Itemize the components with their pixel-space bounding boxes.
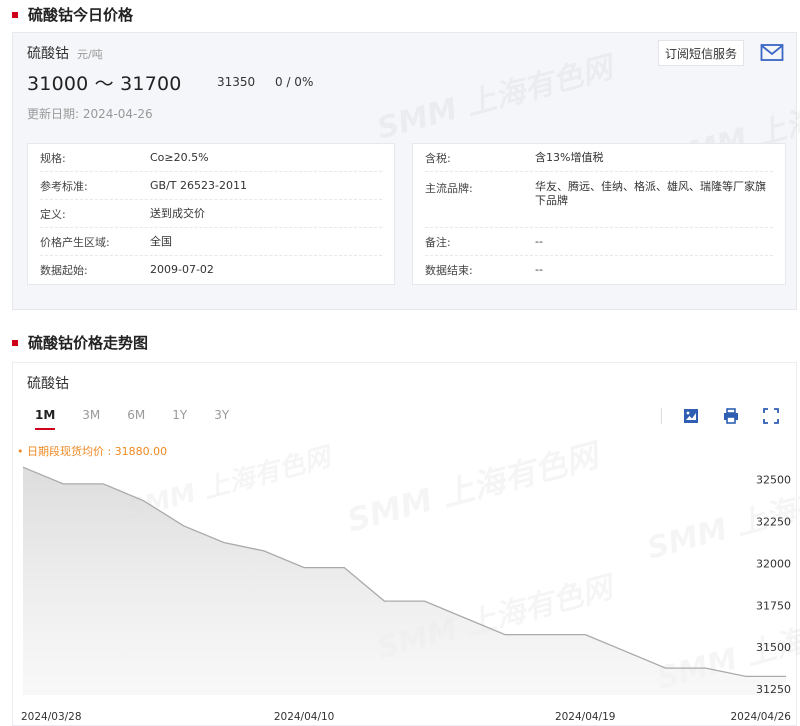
subscribe-sms-button[interactable]: 订阅短信服务 (658, 40, 745, 66)
spec-row: 规格: Co≥20.5% (40, 144, 382, 172)
section-title-text: 硫酸钴价格走势图 (28, 334, 149, 352)
y-tick-label: 31500 (756, 641, 791, 654)
spec-panel-left: 规格: Co≥20.5% 参考标准: GB/T 26523-2011 定义: 送到成交… (27, 143, 395, 285)
section-title-price-trend: 硫酸钴价格走势图 (12, 332, 148, 353)
spec-row: 价格产生区域: 全国 (40, 228, 382, 256)
y-tick-label: 32000 (756, 557, 791, 570)
spec-row: 主流品牌: 华友、腾远、佳纳、格派、雄风、瑞隆等厂家旗下品牌 (425, 172, 773, 228)
x-tick-label: 2024/04/26 (730, 711, 791, 723)
spec-value: 华友、腾远、佳纳、格派、雄风、瑞隆等厂家旗下品牌 (535, 180, 766, 207)
spec-value: -- (535, 263, 543, 276)
y-tick-label: 32500 (756, 474, 791, 487)
spec-panel-right: 含税: 含13%增值税 主流品牌: 华友、腾远、佳纳、格派、雄风、瑞隆等厂家旗下品牌… (412, 143, 786, 285)
price-trend-chart: 31250 31500 31750 32000 32250 32500 2024/03/2… (21, 466, 791, 723)
spec-value: 含13%增值税 (535, 150, 604, 164)
price-unit: 元/吨 (77, 48, 103, 61)
spec-row: 含税: 含13%增值税 (425, 144, 773, 172)
spec-value: 全国 (150, 234, 172, 248)
spec-value: Co≥20.5% (150, 150, 209, 164)
watermark: SMM 上海有色网 (371, 42, 616, 147)
y-tick-label: 31250 (756, 683, 791, 696)
chart-card: 硫酸钴 1M 3M 6M 1Y 3Y • 日期段现货均价 : 31880.00 … (12, 362, 800, 726)
spec-value: GB/T 26523-2011 (150, 178, 247, 192)
spec-label: 数据结束: (425, 264, 473, 277)
spec-value: 2009-07-02 (150, 263, 214, 276)
spec-label: 备注: (425, 235, 451, 249)
update-date-value: 2024-04-26 (82, 107, 153, 121)
section-marker (12, 11, 18, 18)
section-title-today-price: 硫酸钴今日价格 (12, 4, 133, 25)
spec-label: 规格: (40, 151, 66, 165)
spec-label: 主流品牌: (425, 182, 473, 195)
price-area (23, 467, 786, 695)
spec-label: 参考标准: (40, 179, 88, 193)
spec-label: 数据起始: (40, 264, 88, 277)
y-tick-label: 31750 (756, 599, 791, 612)
x-tick-label: 2024/04/10 (274, 711, 335, 723)
product-name-text: 硫酸钴 (27, 46, 69, 62)
mail-icon[interactable] (760, 43, 784, 63)
product-name: 硫酸钴 元/吨 (27, 43, 103, 63)
price-average: 31350 (217, 75, 256, 89)
spec-row: 定义: 送到成交价 (40, 200, 382, 228)
y-tick-label: 32250 (756, 516, 791, 529)
spec-row: 参考标准: GB/T 26523-2011 (40, 172, 382, 200)
price-range: 31000 ～ 31700 (27, 73, 182, 95)
spec-value: 送到成交价 (150, 206, 205, 220)
spec-row: 数据起始: 2009-07-02 (40, 256, 382, 284)
section-marker (12, 339, 18, 346)
price-change: 0 / 0% (275, 75, 314, 89)
x-tick-label: 2024/04/19 (555, 711, 616, 723)
update-date-label: 更新日期: (27, 107, 80, 121)
spec-row: 数据结束: -- (425, 256, 773, 284)
section-title-text: 硫酸钴今日价格 (28, 6, 134, 24)
spec-label: 价格产生区域: (40, 235, 110, 249)
spec-row: 备注: -- (425, 228, 773, 256)
spec-value: -- (535, 234, 543, 248)
spec-label: 定义: (40, 207, 66, 221)
price-card: SMM 上海有色网 SMM 上海有色网 硫酸钴元/吨 31000 ～ 31700… (12, 32, 800, 310)
x-tick-label: 2024/03/28 (21, 711, 82, 723)
spec-label: 含税: (425, 151, 451, 165)
update-date: 更新日期: 2024-04-26 (27, 105, 153, 122)
